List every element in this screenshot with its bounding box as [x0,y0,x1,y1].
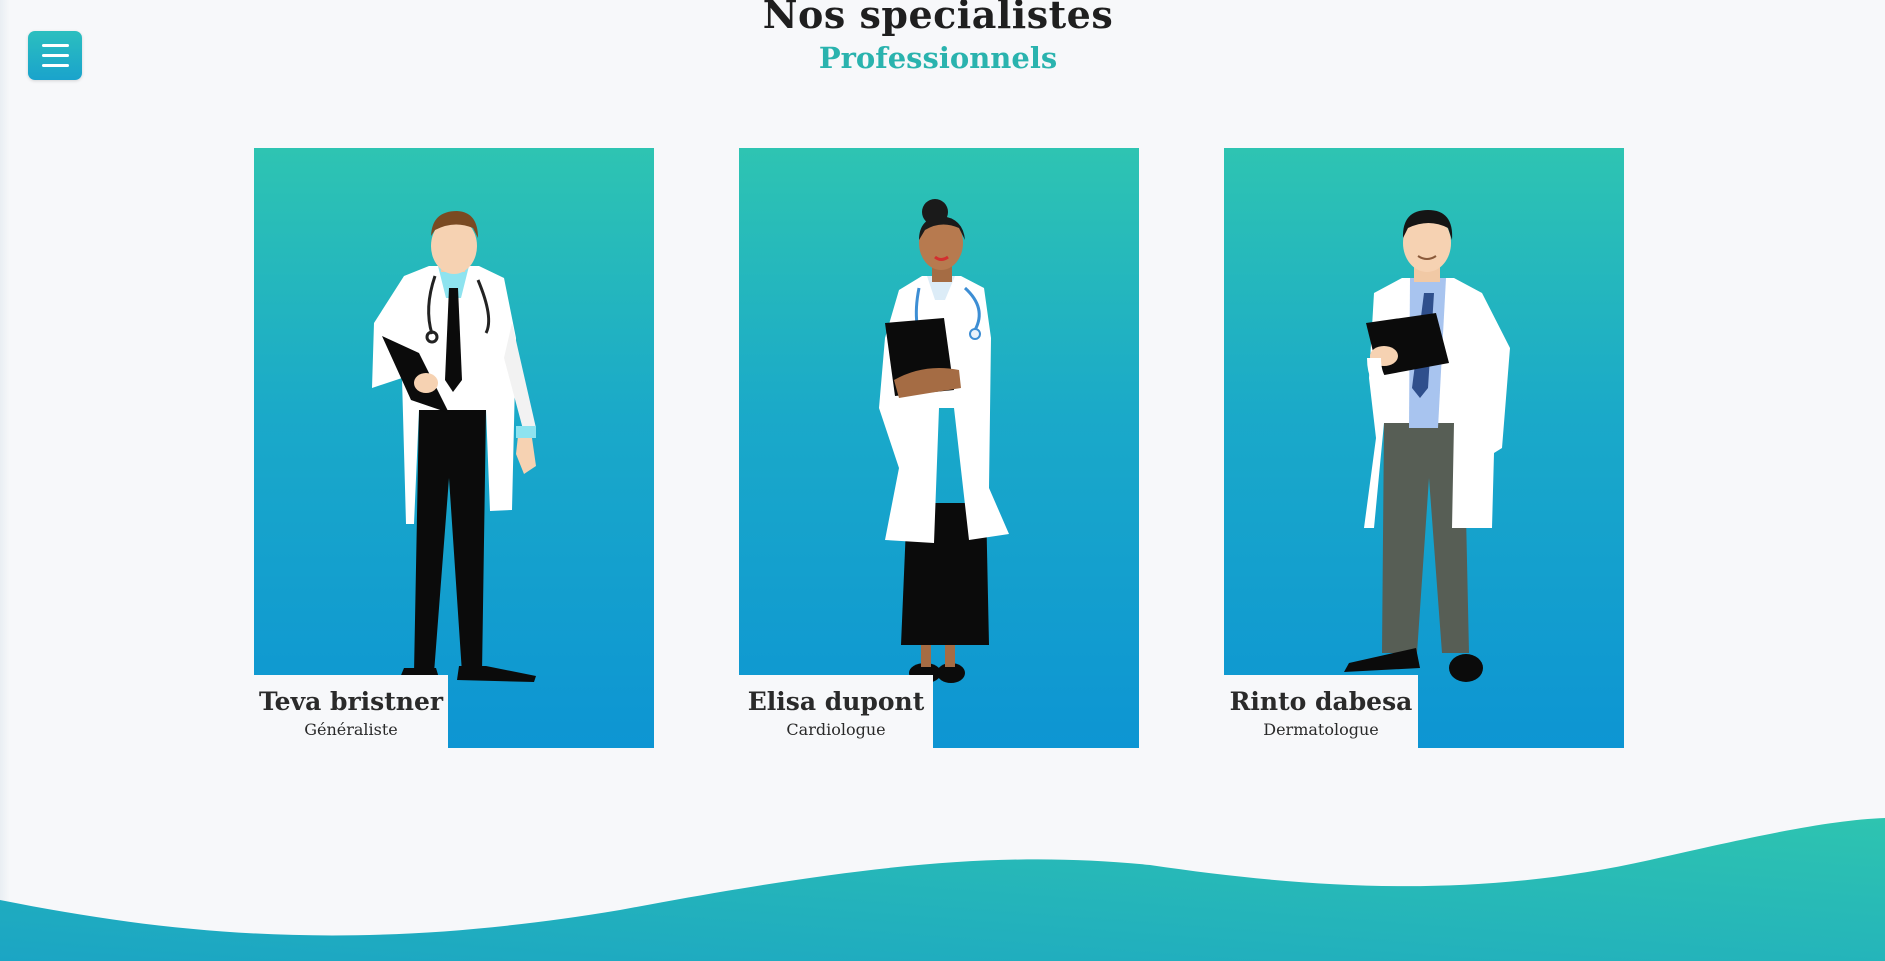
doctor-man-blue-tie-illustration [1344,210,1510,682]
specialist-role: Généraliste [304,720,398,739]
specialist-label: Teva bristner Généraliste [254,675,448,748]
page-title: Nos specialistes [762,0,1114,37]
specialist-label: Elisa dupont Cardiologue [739,675,933,748]
specialist-card-rinto[interactable]: Rinto dabesa Dermatologue [1224,148,1624,748]
page: Nos specialistes Professionnels Teva bri… [0,0,1885,961]
specialist-label: Rinto dabesa Dermatologue [1224,675,1418,748]
doctor-woman-clipboard-illustration [879,199,1009,683]
specialist-role: Dermatologue [1263,720,1379,739]
doctor-man-clipboard-illustration [372,211,536,682]
footer-wave-decoration [0,818,1885,961]
page-subtitle: Professionnels [818,41,1058,75]
specialist-name: Rinto dabesa [1229,687,1413,716]
specialist-name: Teva bristner [258,687,444,716]
specialist-card-elisa[interactable]: Elisa dupont Cardiologue [739,148,1139,748]
specialist-role: Cardiologue [786,720,886,739]
specialist-name: Elisa dupont [747,687,925,716]
specialist-card-teva[interactable]: Teva bristner Généraliste [254,148,654,748]
